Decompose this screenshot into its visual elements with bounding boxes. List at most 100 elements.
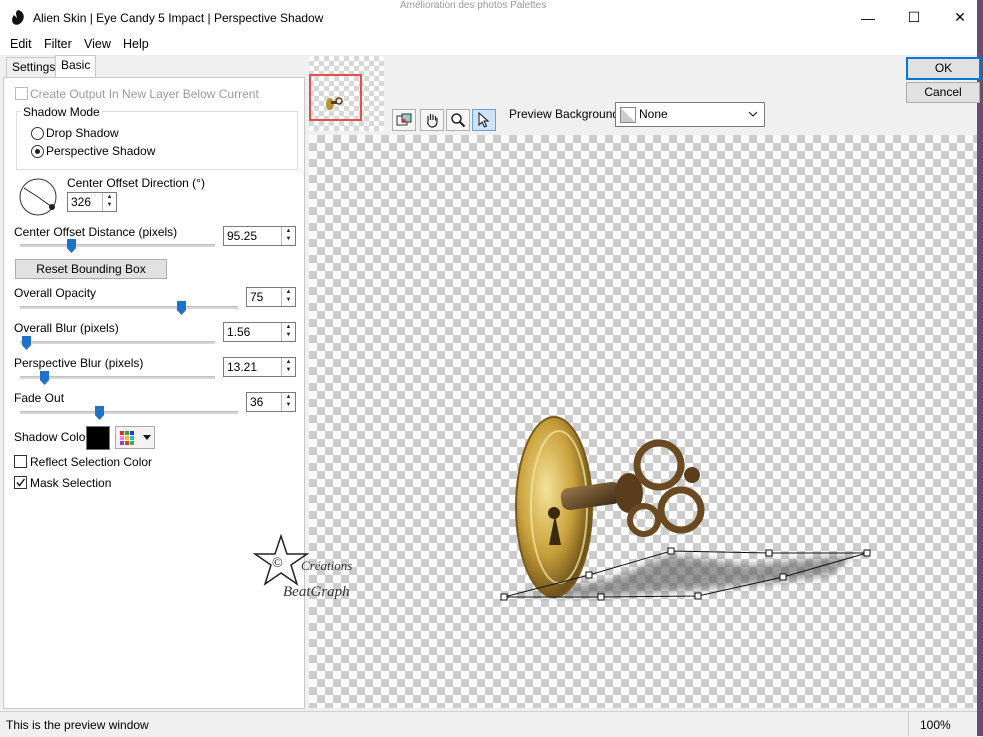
watermark-line1: Créations (301, 558, 353, 573)
spin-down-icon[interactable]: ▼ (282, 401, 295, 409)
spin-down-icon[interactable]: ▼ (282, 366, 295, 374)
ok-button[interactable]: OK (906, 57, 981, 80)
reset-bounding-box-button[interactable]: Reset Bounding Box (15, 259, 167, 279)
perspective-shadow-radio[interactable] (31, 145, 44, 158)
shadow-color-swatch[interactable] (86, 426, 110, 450)
status-divider (908, 712, 909, 736)
center-offset-distance-spinner[interactable]: 95.25 ▲ ▼ (223, 226, 296, 246)
overall-blur-value: 1.56 (227, 325, 251, 339)
drop-shadow-radio[interactable] (31, 127, 44, 140)
preview-background-value: None (639, 107, 668, 121)
perspective-blur-track (20, 376, 215, 379)
key-thumbnail-icon (326, 97, 343, 110)
center-offset-direction-value: 326 (71, 195, 92, 209)
watermark-line2: BeatGraph (283, 584, 350, 600)
tab-basic[interactable]: Basic (55, 55, 97, 78)
mask-selection-checkbox[interactable] (14, 476, 27, 489)
alien-skin-logo-icon (12, 10, 24, 25)
menu-edit[interactable]: Edit (10, 37, 32, 51)
center-offset-distance-label: Center Offset Distance (pixels) (14, 225, 178, 239)
fade-out-track (20, 411, 238, 414)
navigator-tool-button[interactable] (392, 109, 416, 131)
preview-background-label: Preview Background: (509, 107, 623, 121)
hand-icon (427, 114, 438, 128)
center-offset-distance-track (20, 244, 215, 247)
drop-shadow-label: Drop Shadow (46, 126, 119, 140)
fade-out-label: Fade Out (14, 391, 65, 405)
reflect-selection-color-checkbox[interactable] (14, 455, 27, 468)
minimize-icon: — (861, 9, 875, 26)
palette-grid-icon (120, 431, 151, 445)
bounding-box-handle[interactable] (597, 593, 605, 601)
minimize-button[interactable]: — (845, 0, 891, 35)
close-icon: ✕ (954, 9, 966, 25)
menu-help[interactable]: Help (123, 37, 149, 51)
overall-opacity-spinner[interactable]: 75 ▲ ▼ (246, 287, 296, 307)
perspective-blur-value: 13.21 (227, 360, 258, 374)
direction-dial[interactable] (19, 178, 59, 218)
perspective-shadow-label: Perspective Shadow (46, 144, 156, 158)
navigator-icon (396, 113, 412, 126)
zoom-level: 100% (920, 718, 951, 732)
transparency-swatch-icon (620, 107, 636, 123)
checkmark-icon (16, 478, 26, 487)
mask-selection-label: Mask Selection (30, 476, 112, 490)
overall-opacity-track (20, 306, 238, 309)
spin-up-icon[interactable]: ▲ (282, 288, 295, 296)
shadow-mode-group (16, 111, 298, 170)
fade-out-value: 36 (250, 395, 264, 409)
bounding-box-handle[interactable] (585, 571, 593, 579)
overall-opacity-label: Overall Opacity (14, 286, 97, 300)
spin-down-icon[interactable]: ▼ (282, 296, 295, 304)
perspective-blur-spinner[interactable]: 13.21 ▲ ▼ (223, 357, 296, 377)
create-output-checkbox[interactable] (15, 87, 28, 100)
maximize-icon: ☐ (907, 9, 921, 25)
status-text: This is the preview window (6, 718, 149, 732)
zoom-tool-button[interactable] (446, 109, 470, 131)
overall-blur-spinner[interactable]: 1.56 ▲ ▼ (223, 322, 296, 342)
window-edge (977, 0, 983, 736)
maximize-button[interactable]: ☐ (891, 0, 937, 35)
shadow-mode-title: Shadow Mode (21, 105, 102, 119)
bounding-box-handle[interactable] (863, 549, 871, 557)
shadow-color-label: Shadow Color (14, 430, 90, 444)
spin-up-icon[interactable]: ▲ (103, 193, 116, 201)
reflect-selection-color-label: Reflect Selection Color (30, 455, 153, 469)
window-title: Alien Skin | Eye Candy 5 Impact | Perspe… (33, 11, 324, 25)
bounding-box-handle[interactable] (500, 593, 508, 601)
center-offset-distance-value: 95.25 (227, 229, 258, 243)
zoom-icon (451, 113, 466, 128)
center-offset-direction-spinner[interactable]: 326 ▲ ▼ (67, 192, 117, 212)
create-output-label: Create Output In New Layer Below Current (30, 87, 259, 101)
navigator-viewport[interactable] (309, 74, 362, 121)
fade-out-spinner[interactable]: 36 ▲ ▼ (246, 392, 296, 412)
preview-window[interactable] (309, 135, 977, 708)
cancel-button[interactable]: Cancel (906, 82, 980, 103)
tab-settings[interactable]: Settings (6, 57, 62, 77)
perspective-blur-label: Perspective Blur (pixels) (14, 356, 144, 370)
bounding-box-handle[interactable] (694, 592, 702, 600)
spin-down-icon[interactable]: ▼ (103, 201, 116, 209)
spin-up-icon[interactable]: ▲ (282, 323, 295, 331)
arrow-icon (478, 112, 490, 128)
spin-down-icon[interactable]: ▼ (282, 331, 295, 339)
bounding-box-handle[interactable] (765, 549, 773, 557)
spin-up-icon[interactable]: ▲ (282, 393, 295, 401)
spin-up-icon[interactable]: ▲ (282, 358, 295, 366)
overall-blur-label: Overall Blur (pixels) (14, 321, 119, 335)
overall-blur-track (20, 341, 215, 344)
spin-up-icon[interactable]: ▲ (282, 227, 295, 235)
selection-tool-button[interactable] (472, 109, 496, 131)
preview-background-dropdown[interactable]: None (615, 102, 765, 127)
center-offset-direction-label: Center Offset Direction (°) (67, 176, 205, 190)
bounding-box-handle[interactable] (779, 573, 787, 581)
menu-view[interactable]: View (84, 37, 111, 51)
hand-tool-button[interactable] (420, 109, 444, 131)
color-palette-dropdown[interactable] (115, 426, 155, 449)
chevron-down-icon (748, 111, 758, 117)
bounding-box-handle[interactable] (667, 547, 675, 555)
preview-canvas (500, 416, 871, 601)
menu-filter[interactable]: Filter (44, 37, 72, 51)
background-app-text: Amélioration des photos Palettes (400, 0, 547, 11)
spin-down-icon[interactable]: ▼ (282, 235, 295, 243)
